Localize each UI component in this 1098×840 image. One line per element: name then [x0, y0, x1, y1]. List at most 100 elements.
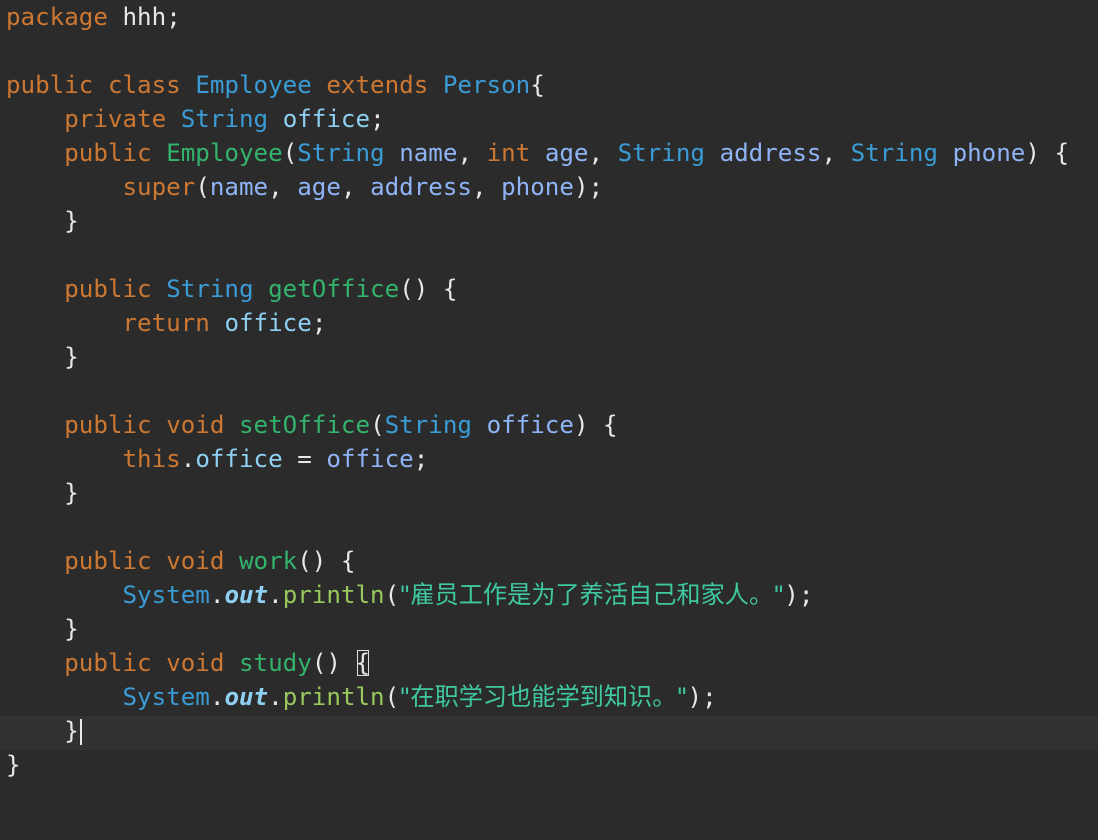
code-token: public — [64, 411, 152, 439]
code-line[interactable]: } — [6, 748, 21, 782]
code-token: String — [180, 105, 269, 133]
text-caret — [79, 719, 82, 745]
code-token: ( — [282, 139, 298, 167]
code-token: private — [64, 105, 167, 133]
code-line[interactable]: super(name, age, address, phone); — [6, 170, 604, 204]
code-token: public — [64, 649, 152, 677]
code-line[interactable]: System.out.println("在职学习也能学到知识。"); — [6, 680, 717, 714]
code-token: } — [6, 615, 79, 643]
code-token: age — [297, 173, 341, 201]
code-token: office — [195, 445, 283, 473]
code-token: ); — [573, 173, 604, 201]
code-line[interactable]: } — [6, 714, 82, 748]
code-token: String — [384, 411, 472, 439]
code-line[interactable]: public void study() { — [6, 646, 370, 680]
code-line[interactable]: public String getOffice() { — [6, 272, 457, 306]
code-token: Employee — [195, 71, 312, 99]
code-token: ) { — [1025, 139, 1070, 167]
code-line[interactable]: return office; — [6, 306, 327, 340]
code-line[interactable]: } — [6, 476, 79, 510]
code-line[interactable]: public void work() { — [6, 544, 356, 578]
code-line[interactable]: public Employee(String name, int age, St… — [6, 136, 1069, 170]
code-token: , — [588, 139, 618, 167]
code-line[interactable]: package hhh; — [6, 0, 181, 34]
code-token: } — [6, 751, 21, 779]
code-token: () { — [297, 547, 356, 575]
code-line[interactable]: public void setOffice(String office) { — [6, 408, 617, 442]
code-line[interactable]: public class Employee extends Person{ — [6, 68, 545, 102]
code-token: "雇员工作是为了养活自己和家人。" — [399, 581, 785, 609]
code-line[interactable]: } — [6, 204, 79, 238]
code-token: println — [282, 581, 385, 609]
code-token: . — [268, 683, 283, 711]
code-token: work — [239, 547, 298, 575]
code-token: "在职学习也能学到知识。" — [399, 683, 688, 711]
code-token: age — [544, 139, 589, 167]
code-token: Employee — [166, 139, 283, 167]
code-token: { — [530, 71, 545, 99]
code-token: , — [268, 173, 298, 201]
code-token: out — [224, 581, 269, 609]
code-token: phone — [952, 139, 1026, 167]
code-token: () { — [399, 275, 458, 303]
code-editor[interactable]: package hhh; public class Employee extend… — [0, 0, 1098, 840]
code-token: hhh — [122, 3, 167, 31]
code-token: } — [6, 479, 79, 507]
code-token: = — [282, 445, 327, 473]
code-token: super — [122, 173, 196, 201]
code-token: String — [617, 139, 705, 167]
matched-brace: { — [355, 649, 371, 677]
code-line[interactable]: this.office = office; — [6, 442, 429, 476]
code-token: . — [268, 581, 283, 609]
code-token: return — [122, 309, 210, 337]
code-token: void — [166, 649, 225, 677]
code-token: public — [64, 275, 152, 303]
code-line[interactable]: } — [6, 340, 79, 374]
code-token: office — [326, 445, 414, 473]
code-token: ); — [784, 581, 814, 609]
code-token: . — [209, 581, 225, 609]
code-token: office — [224, 309, 312, 337]
code-token: System — [122, 683, 210, 711]
code-token: ( — [370, 411, 385, 439]
code-token: package — [6, 3, 108, 31]
code-token: ( — [384, 581, 400, 609]
code-token: } — [6, 343, 79, 371]
current-line-highlight — [0, 716, 1098, 750]
code-token: getOffice — [268, 275, 400, 303]
code-token: ; — [311, 309, 327, 337]
code-line[interactable]: System.out.println("雇员工作是为了养活自己和家人。"); — [6, 578, 814, 612]
code-line[interactable]: } — [6, 612, 79, 646]
code-line[interactable]: private String office; — [6, 102, 384, 136]
code-token: name — [209, 173, 269, 201]
code-token: , — [340, 173, 371, 201]
code-token: String — [850, 139, 938, 167]
code-token: } — [6, 717, 79, 745]
code-token: String — [297, 139, 385, 167]
code-token: extends — [326, 71, 429, 99]
